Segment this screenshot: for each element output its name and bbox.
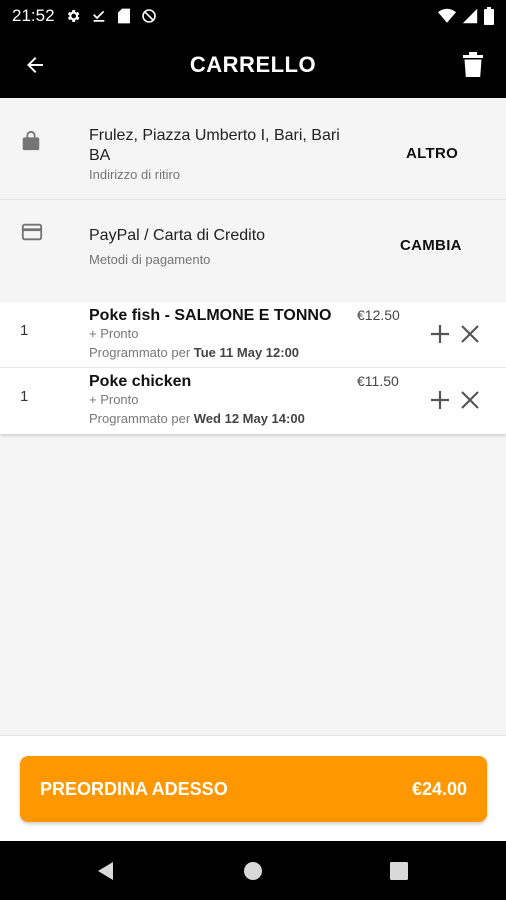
preorder-label: PREORDINA ADESSO (40, 778, 228, 799)
bottom-bar: PREORDINA ADESSO €24.00 (0, 735, 506, 841)
download-done-icon (91, 8, 107, 24)
system-nav-bar (0, 841, 506, 900)
cart-item: 1 Poke chicken €11.50 + Pronto Programma… (0, 368, 506, 434)
schedule-prefix: Programmato per (89, 411, 194, 426)
pickup-address: Frulez, Piazza Umberto I, Bari, Bari BA (89, 127, 340, 164)
home-circle-icon[interactable] (242, 860, 264, 882)
status-time: 21:52 (12, 6, 55, 25)
signal-icon (462, 8, 478, 24)
close-icon[interactable] (459, 389, 481, 411)
settings-icon (65, 8, 81, 24)
payment-section: PayPal / Carta di Credito Metodi di paga… (0, 200, 506, 300)
recents-square-icon[interactable] (388, 860, 410, 882)
item-quantity: 1 (20, 388, 29, 405)
preorder-button[interactable]: PREORDINA ADESSO €24.00 (20, 756, 487, 822)
payment-label: Metodi di pagamento (89, 252, 211, 267)
item-schedule: Programmato per Wed 12 May 14:00 (89, 411, 305, 426)
item-price: €12.50 (357, 307, 400, 323)
pickup-label: Indirizzo di ritiro (89, 167, 181, 182)
item-option: + Pronto (89, 392, 139, 407)
item-name: Poke chicken (89, 373, 192, 390)
sd-card-icon (117, 8, 131, 24)
item-name: Poke fish - SALMONE E TONNO (89, 307, 332, 324)
wifi-icon (438, 8, 456, 24)
credit-card-icon (21, 223, 43, 241)
pickup-other-button[interactable]: ALTRO (406, 145, 458, 162)
order-total: €24.00 (411, 778, 467, 799)
status-bar: 21:52 (0, 0, 506, 32)
trash-icon (463, 52, 483, 77)
back-button[interactable] (20, 50, 50, 80)
back-triangle-icon[interactable] (95, 860, 117, 882)
app-bar: CARRELLO (0, 32, 506, 98)
delete-cart-button[interactable] (458, 50, 488, 80)
shopping-bag-icon (22, 130, 40, 151)
arrow-back-icon (27, 57, 43, 73)
item-schedule: Programmato per Tue 11 May 12:00 (89, 345, 299, 360)
item-quantity: 1 (20, 322, 29, 339)
schedule-time: Tue 11 May 12:00 (193, 345, 300, 360)
schedule-prefix: Programmato per (89, 345, 194, 360)
cart-item: 1 Poke fish - SALMONE E TONNO €12.50 + P… (0, 302, 506, 368)
cart-list: 1 Poke fish - SALMONE E TONNO €12.50 + P… (0, 302, 506, 434)
payment-method: PayPal / Carta di Credito (89, 227, 266, 244)
no-data-icon (141, 8, 157, 24)
plus-icon[interactable] (429, 323, 451, 345)
item-option: + Pronto (89, 326, 139, 341)
page-title: CARRELLO (189, 52, 317, 77)
payment-change-button[interactable]: CAMBIA (400, 237, 462, 254)
close-icon[interactable] (459, 323, 481, 345)
plus-icon[interactable] (429, 389, 451, 411)
battery-icon (484, 7, 494, 25)
schedule-time: Wed 12 May 14:00 (193, 411, 305, 426)
item-price: €11.50 (357, 373, 399, 389)
pickup-section: Frulez, Piazza Umberto I, Bari, Bari BA … (0, 98, 506, 200)
